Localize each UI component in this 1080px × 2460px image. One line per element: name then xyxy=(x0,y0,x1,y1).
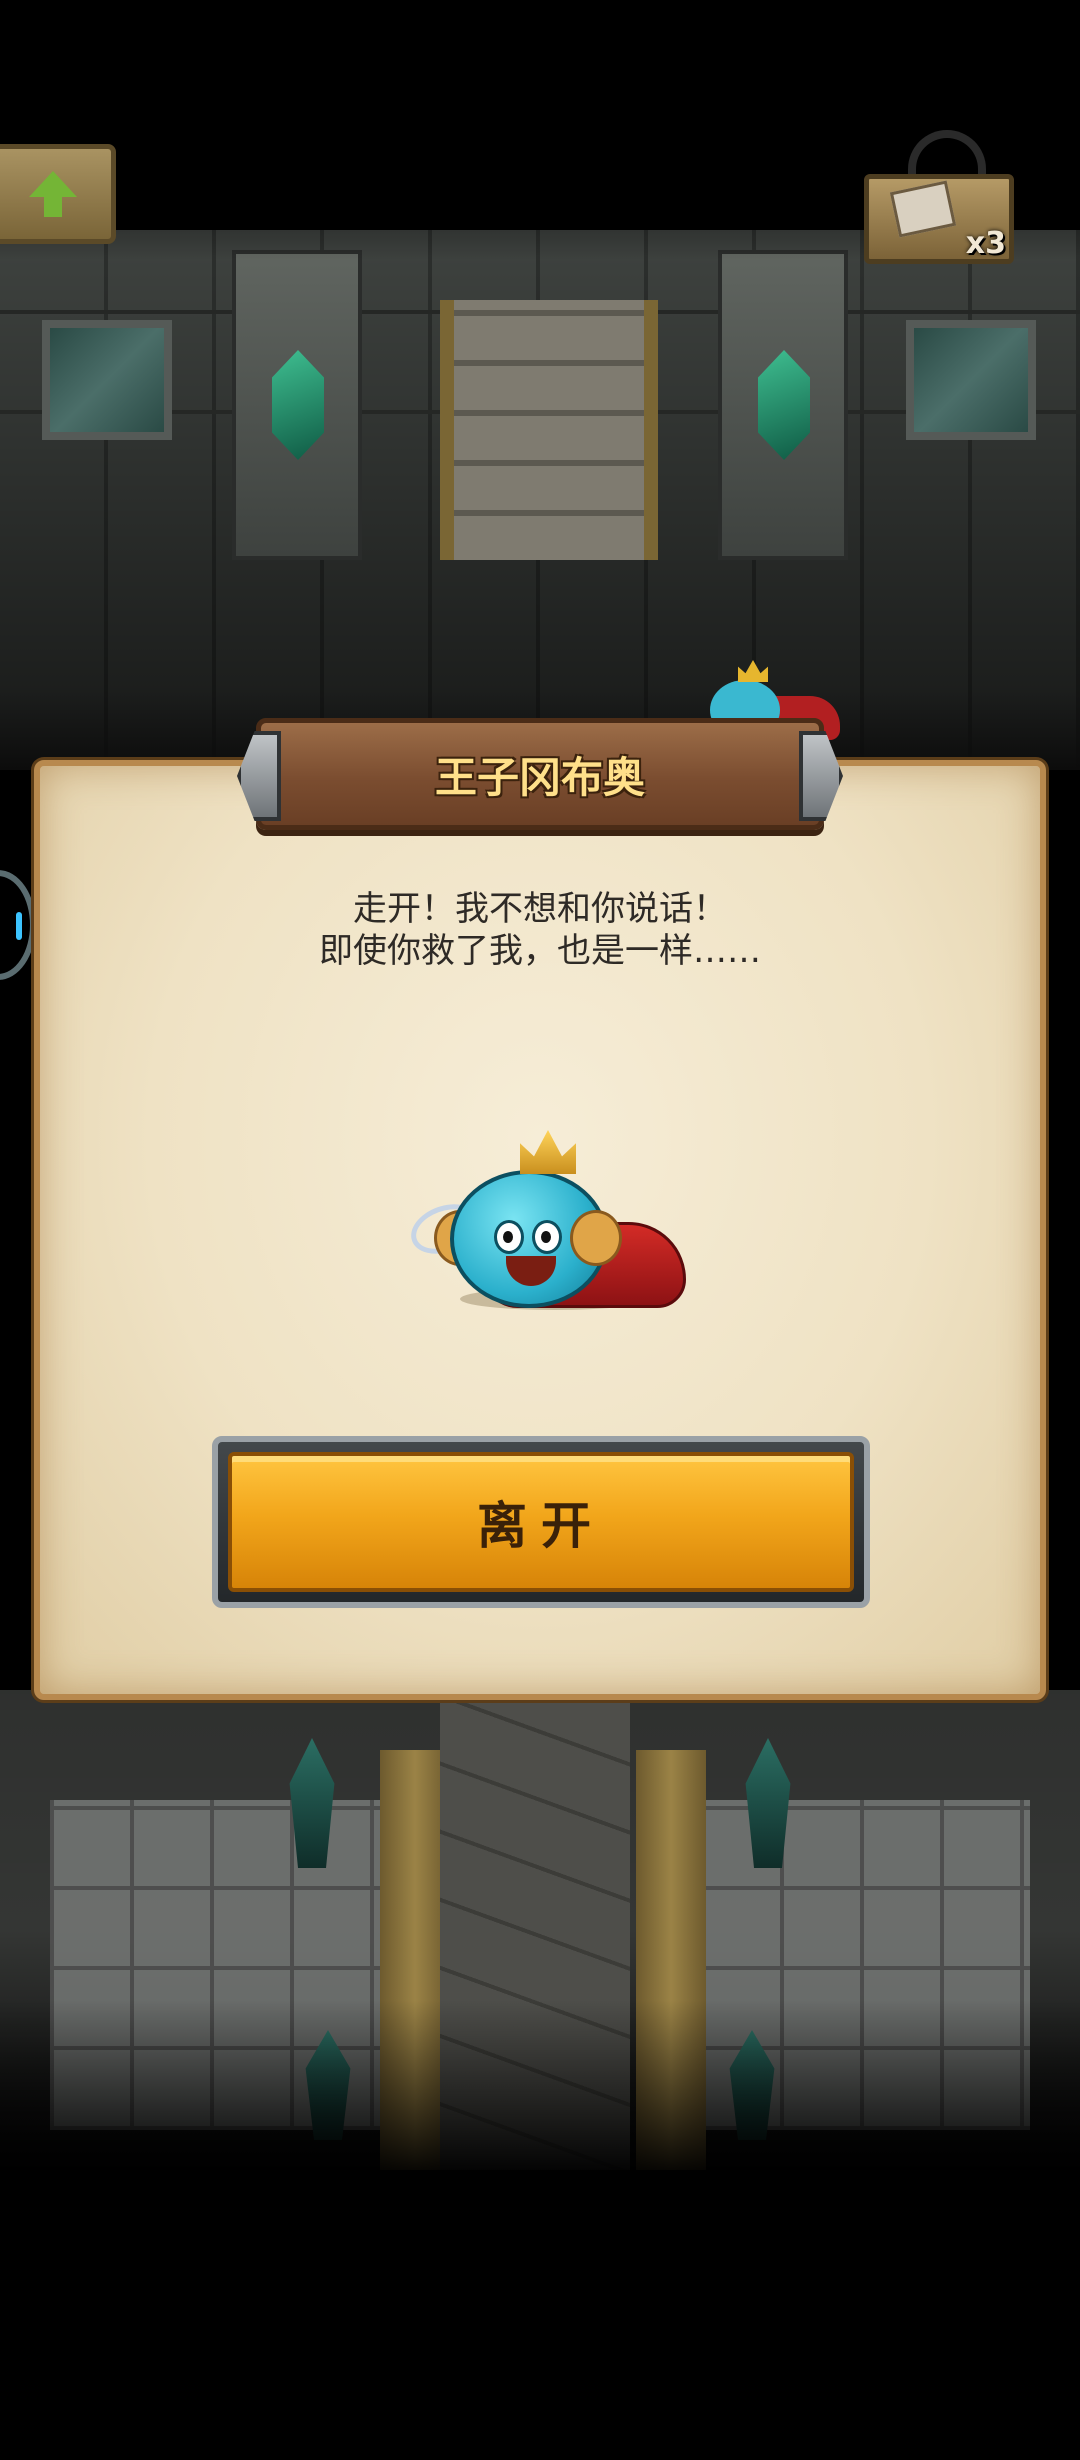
floor-pillar-right xyxy=(636,1750,706,2170)
stone-path xyxy=(440,1700,630,2170)
game-screen: x3 王子冈布奥 走开！我不想和你说话！ 即使你救了我，也是一样…… 离开 xyxy=(0,0,1080,2460)
crown-icon xyxy=(520,1130,576,1174)
inventory-count: x3 xyxy=(965,226,1006,261)
dialog-title-plank: 王子冈布奥 xyxy=(256,718,824,830)
leave-button-face[interactable]: 离开 xyxy=(228,1452,854,1592)
back-button[interactable] xyxy=(0,144,116,244)
dialog-message: 走开！我不想和你说话！ 即使你救了我，也是一样…… xyxy=(120,888,960,972)
dialog-line-2: 即使你救了我，也是一样…… xyxy=(319,931,761,971)
prince-slime-icon xyxy=(404,1130,690,1310)
inventory-bag-button[interactable]: x3 xyxy=(864,130,1020,270)
up-arrow-icon xyxy=(29,171,77,217)
dungeon-window-left xyxy=(42,320,172,440)
dungeon-window-right xyxy=(906,320,1036,440)
bag-handle xyxy=(908,130,986,178)
dialog-title: 王子冈布奥 xyxy=(434,752,645,802)
side-menu-tab[interactable] xyxy=(0,870,36,980)
dialog-line-1: 走开！我不想和你说话！ xyxy=(353,889,727,929)
dungeon-doorway xyxy=(440,300,658,560)
leave-button[interactable]: 离开 xyxy=(212,1436,870,1608)
leave-button-label: 离开 xyxy=(477,1497,605,1555)
